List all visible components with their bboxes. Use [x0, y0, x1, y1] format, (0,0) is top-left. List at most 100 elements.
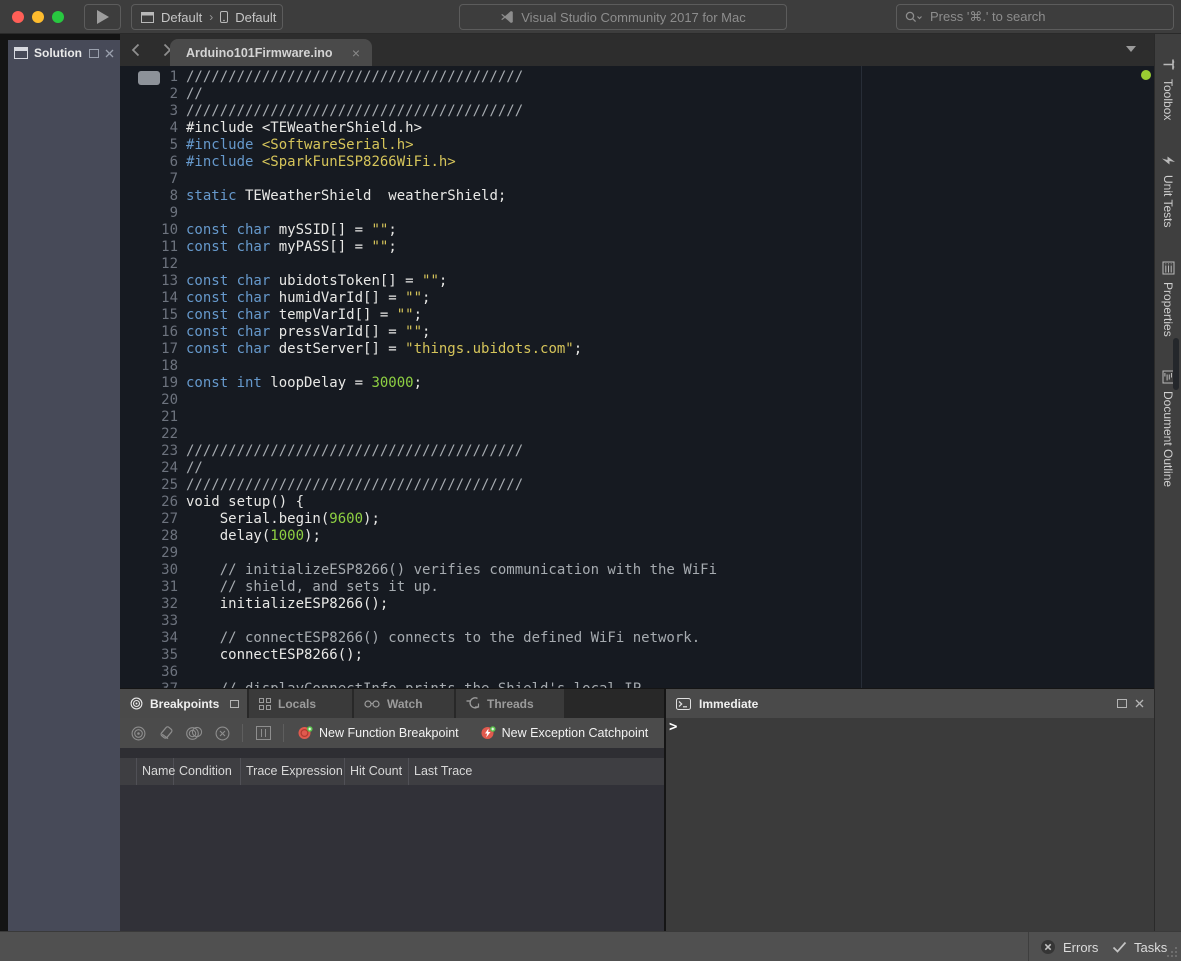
code-line[interactable]: 16const char pressVarId[] = ""; [120, 324, 1130, 341]
column-header[interactable]: Name [137, 758, 174, 785]
code-line[interactable]: 21 [120, 409, 1130, 426]
columns-options-icon[interactable] [249, 726, 277, 740]
line-number[interactable]: 11 [120, 239, 178, 256]
sidebar-item-properties[interactable]: Properties [1161, 262, 1175, 337]
run-button[interactable] [84, 4, 121, 30]
tab-arduino101firmware[interactable]: Arduino101Firmware.ino × [170, 39, 372, 66]
code-editor[interactable]: 1///////////////////////////////////////… [120, 66, 1154, 688]
new-exception-catchpoint-button[interactable]: New Exception Catchpoint [473, 726, 657, 740]
new-breakpoint-icon[interactable] [124, 726, 152, 741]
file-health-indicator-dot[interactable] [1141, 70, 1151, 80]
line-number[interactable]: 15 [120, 307, 178, 324]
line-number[interactable]: 1 [120, 69, 178, 86]
immediate-prompt[interactable]: > [669, 719, 677, 735]
line-number[interactable]: 27 [120, 511, 178, 528]
code-line[interactable]: 6#include <SparkFunESP8266WiFi.h> [120, 154, 1130, 171]
line-number[interactable]: 14 [120, 290, 178, 307]
zoom-window-button[interactable] [52, 11, 64, 23]
configuration-primary[interactable]: Default [161, 10, 202, 25]
code-line[interactable]: 2// [120, 86, 1130, 103]
new-function-breakpoint-button[interactable]: New Function Breakpoint [290, 726, 467, 740]
close-icon[interactable] [105, 49, 114, 58]
code-line[interactable]: 25//////////////////////////////////////… [120, 477, 1130, 494]
errors-button[interactable]: Errors [1040, 932, 1098, 961]
scrollbar-thumb[interactable] [1173, 338, 1179, 390]
code-line[interactable]: 12 [120, 256, 1130, 273]
line-number[interactable]: 8 [120, 188, 178, 205]
code-line[interactable]: 33 [120, 613, 1130, 630]
configuration-selector[interactable]: Default › Default [131, 4, 283, 30]
code-line[interactable]: 4#include <TEWeatherShield.h> [120, 120, 1130, 137]
line-number[interactable]: 30 [120, 562, 178, 579]
code-line[interactable]: 37 // displayConnectInfo prints the Shie… [120, 681, 1130, 688]
line-number[interactable]: 25 [120, 477, 178, 494]
code-line[interactable]: 35 connectESP8266(); [120, 647, 1130, 664]
code-line[interactable]: 18 [120, 358, 1130, 375]
line-number[interactable]: 20 [120, 392, 178, 409]
line-number[interactable]: 18 [120, 358, 178, 375]
line-number[interactable]: 13 [120, 273, 178, 290]
code-line[interactable]: 20 [120, 392, 1130, 409]
line-number[interactable]: 6 [120, 154, 178, 171]
line-number[interactable]: 17 [120, 341, 178, 358]
code-line[interactable]: 36 [120, 664, 1130, 681]
code-line[interactable]: 23//////////////////////////////////////… [120, 443, 1130, 460]
tab-breakpoints[interactable]: Breakpoints [120, 689, 247, 718]
tab-close-icon[interactable]: × [350, 46, 362, 60]
line-number[interactable]: 5 [120, 137, 178, 154]
line-number[interactable]: 2 [120, 86, 178, 103]
code-line[interactable]: 11const char myPASS[] = ""; [120, 239, 1130, 256]
code-line[interactable]: 17const char destServer[] = "things.ubid… [120, 341, 1130, 358]
dock-icon[interactable] [230, 700, 239, 708]
clear-breakpoints-eraser-icon[interactable] [152, 726, 180, 740]
code-line[interactable]: 31 // shield, and sets it up. [120, 579, 1130, 596]
immediate-console[interactable]: > [666, 718, 1154, 932]
code-line[interactable]: 1///////////////////////////////////////… [120, 69, 1130, 86]
code-line[interactable]: 28 delay(1000); [120, 528, 1130, 545]
close-icon[interactable] [1135, 699, 1144, 708]
line-number[interactable]: 12 [120, 256, 178, 273]
line-number[interactable]: 7 [120, 171, 178, 188]
code-line[interactable]: 10const char mySSID[] = ""; [120, 222, 1130, 239]
code-line[interactable]: 26void setup() { [120, 494, 1130, 511]
code-line[interactable]: 24// [120, 460, 1130, 477]
line-number[interactable]: 29 [120, 545, 178, 562]
line-number[interactable]: 36 [120, 664, 178, 681]
search-input[interactable]: Press '⌘.' to search [896, 4, 1174, 30]
sidebar-item-toolbox[interactable]: Toolbox [1161, 58, 1175, 120]
code-line[interactable]: 34 // connectESP8266() connects to the d… [120, 630, 1130, 647]
code-line[interactable]: 30 // initializeESP8266() verifies commu… [120, 562, 1130, 579]
code-line[interactable]: 14const char humidVarId[] = ""; [120, 290, 1130, 307]
line-number[interactable]: 31 [120, 579, 178, 596]
code-line[interactable]: 13const char ubidotsToken[] = ""; [120, 273, 1130, 290]
disable-all-breakpoints-icon[interactable] [180, 726, 208, 741]
code-line[interactable]: 22 [120, 426, 1130, 443]
remove-breakpoint-icon[interactable] [208, 726, 236, 741]
code-line[interactable]: 5#include <SoftwareSerial.h> [120, 137, 1130, 154]
code-line[interactable]: 29 [120, 545, 1130, 562]
minimize-window-button[interactable] [32, 11, 44, 23]
dock-icon[interactable] [1117, 699, 1127, 708]
code-line[interactable]: 27 Serial.begin(9600); [120, 511, 1130, 528]
close-window-button[interactable] [12, 11, 24, 23]
breakpoints-list[interactable] [120, 785, 664, 932]
code-line[interactable]: 8static TEWeatherShield weatherShield; [120, 188, 1130, 205]
code-line[interactable]: 32 initializeESP8266(); [120, 596, 1130, 613]
tab-locals[interactable]: Locals [249, 689, 352, 718]
column-header[interactable]: Trace Expression [241, 758, 345, 785]
sidebar-item-unit-tests[interactable]: Unit Tests [1161, 154, 1175, 227]
tasks-button[interactable]: Tasks [1112, 932, 1167, 961]
code-line[interactable]: 9 [120, 205, 1130, 222]
code-line[interactable]: 7 [120, 171, 1130, 188]
column-header[interactable]: Hit Count [345, 758, 409, 785]
tab-threads[interactable]: Threads [456, 689, 564, 718]
navigate-back-button[interactable] [124, 41, 146, 59]
line-number[interactable]: 37 [120, 681, 178, 688]
line-number[interactable]: 35 [120, 647, 178, 664]
code-line[interactable]: 19const int loopDelay = 30000; [120, 375, 1130, 392]
line-number[interactable]: 32 [120, 596, 178, 613]
configuration-secondary[interactable]: Default [235, 10, 276, 25]
tab-list-dropdown-icon[interactable] [1126, 46, 1136, 52]
line-number[interactable]: 23 [120, 443, 178, 460]
line-number[interactable]: 3 [120, 103, 178, 120]
